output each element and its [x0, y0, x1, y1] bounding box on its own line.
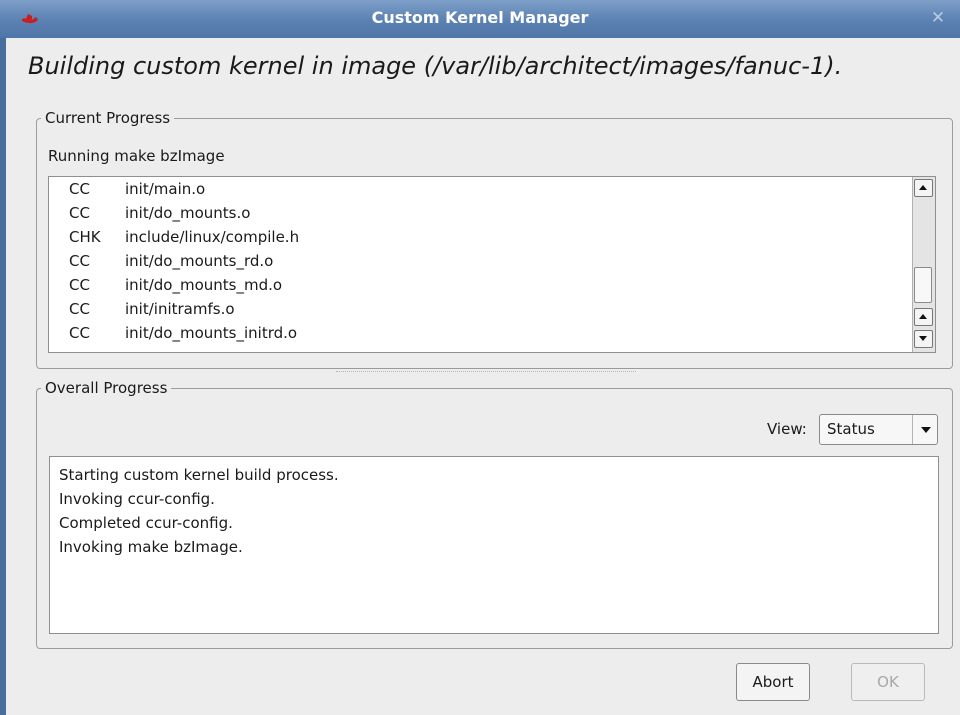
window-title: Custom Kernel Manager — [371, 8, 589, 27]
page-title: Building custom kernel in image (/var/li… — [28, 52, 843, 80]
log-line: CC init/do_mounts_md.o — [69, 273, 282, 297]
log-path: init/do_mounts_initrd.o — [125, 324, 298, 342]
log-path: include/linux/compile.h — [125, 228, 300, 246]
dialog-window: Custom Kernel Manager ✕ Building custom … — [0, 0, 960, 715]
scroll-up-arrow-icon[interactable] — [914, 179, 933, 197]
status-line: Completed ccur-config. — [59, 514, 233, 532]
log-code: CC — [69, 276, 90, 294]
log-code: CC — [69, 300, 90, 318]
overall-progress-legend: Overall Progress — [41, 378, 172, 398]
running-command-label: Running make bzImage — [48, 147, 225, 165]
overall-progress-group: Overall Progress View: Status Starting c… — [36, 378, 953, 649]
view-select-divider — [912, 415, 913, 444]
log-line: CC init/do_mounts.o — [69, 201, 250, 225]
view-label: View: — [767, 420, 807, 438]
abort-button[interactable]: Abort — [736, 663, 810, 701]
scrollbar-thumb[interactable] — [914, 267, 932, 303]
close-icon[interactable]: ✕ — [928, 8, 948, 28]
log-line: CC init/main.o — [69, 177, 205, 201]
log-code: CC — [69, 252, 90, 270]
scroll-down-arrow-icon[interactable] — [914, 330, 933, 348]
status-line: Invoking ccur-config. — [59, 490, 215, 508]
status-line: Starting custom kernel build process. — [59, 466, 339, 484]
ok-button[interactable]: OK — [851, 663, 925, 701]
title-bar[interactable]: Custom Kernel Manager ✕ — [0, 0, 960, 38]
log-path: init/main.o — [125, 180, 206, 198]
log-code: CC — [69, 204, 90, 222]
view-select[interactable]: Status — [819, 414, 938, 445]
scroll-up-arrow-icon[interactable] — [914, 308, 933, 326]
log-path: init/initramfs.o — [125, 300, 235, 318]
log-path: init/do_mounts_md.o — [125, 276, 283, 294]
current-progress-legend: Current Progress — [41, 108, 175, 128]
log-line: CC init/do_mounts_initrd.o — [69, 321, 297, 345]
pane-splitter-handle[interactable] — [336, 371, 636, 375]
status-log-view[interactable]: Starting custom kernel build process. In… — [49, 456, 939, 634]
chevron-down-icon[interactable] — [921, 427, 931, 433]
build-log-view[interactable]: CC init/main.o CC init/do_mounts.o CHK incl… — [48, 176, 936, 353]
status-line: Invoking make bzImage. — [59, 538, 243, 556]
log-code: CHK — [69, 228, 101, 246]
log-code: CC — [69, 324, 90, 342]
current-progress-group: Current Progress Running make bzImage CC… — [36, 108, 953, 369]
log-scrollbar[interactable] — [912, 177, 935, 352]
log-code: CC — [69, 180, 90, 198]
log-line: CC init/do_mounts_rd.o — [69, 249, 273, 273]
log-line: CC init/initramfs.o — [69, 297, 235, 321]
log-path: init/do_mounts.o — [125, 204, 251, 222]
log-path: init/do_mounts_rd.o — [125, 252, 274, 270]
log-line: CHK include/linux/compile.h — [69, 225, 299, 249]
view-select-value: Status — [827, 420, 875, 438]
